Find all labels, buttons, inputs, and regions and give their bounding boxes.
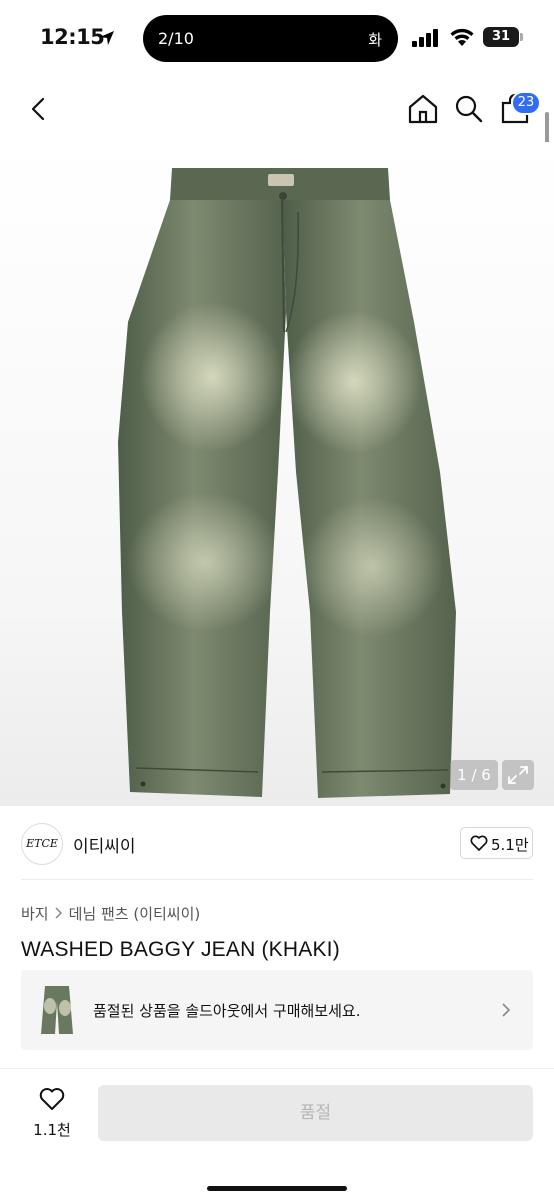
wish-count: 1.1천 bbox=[33, 1121, 71, 1139]
product-image-gallery[interactable] bbox=[0, 142, 554, 806]
location-arrow-icon bbox=[100, 31, 114, 45]
status-bar: 12:15 2/10 화 31 bbox=[0, 0, 554, 78]
dynamic-island: 2/10 화 bbox=[143, 15, 398, 62]
brand-like-button[interactable]: 5.1만 bbox=[460, 827, 533, 859]
brand-name[interactable]: 이티씨이 bbox=[73, 832, 136, 857]
product-photo-jeans bbox=[118, 168, 456, 798]
chevron-right-icon bbox=[55, 907, 62, 919]
soldout-banner[interactable]: 품절된 상품을 솔드아웃에서 구매해보세요. bbox=[21, 970, 533, 1050]
soldout-buy-button[interactable]: 품절 bbox=[98, 1085, 533, 1141]
brand-like-count: 5.1만 bbox=[491, 836, 529, 854]
heart-outline-icon bbox=[39, 1088, 65, 1110]
search-icon[interactable] bbox=[452, 92, 486, 126]
wish-button[interactable]: 1.1천 bbox=[22, 1085, 82, 1145]
status-time: 12:15 bbox=[40, 25, 105, 49]
battery-level: 31 bbox=[483, 27, 519, 47]
bottom-action-bar: 1.1천 품절 bbox=[0, 1068, 554, 1201]
section-divider bbox=[21, 879, 533, 880]
expand-icon bbox=[508, 766, 528, 784]
wifi-icon bbox=[450, 28, 474, 46]
breadcrumb-item[interactable]: 바지 bbox=[21, 903, 49, 924]
island-day: 화 bbox=[368, 31, 382, 49]
back-chevron-icon[interactable] bbox=[24, 94, 54, 124]
soldout-thumbnail bbox=[41, 986, 73, 1034]
cart-count-badge: 23 bbox=[511, 91, 541, 115]
brand-logo[interactable]: ETCE bbox=[21, 823, 63, 865]
chevron-right-icon bbox=[502, 1003, 511, 1017]
image-counter: 1 / 6 bbox=[450, 760, 498, 790]
soldout-message: 품절된 상품을 솔드아웃에서 구매해보세요. bbox=[93, 1002, 361, 1020]
expand-button[interactable] bbox=[502, 760, 534, 790]
home-icon[interactable] bbox=[406, 92, 440, 126]
product-title: WASHED BAGGY JEAN (KHAKI) bbox=[21, 938, 340, 961]
breadcrumb-item[interactable]: 데님 팬츠 (이티씨이) bbox=[69, 903, 201, 924]
heart-outline-icon bbox=[470, 835, 488, 851]
breadcrumb: 바지 데님 팬츠 (이티씨이) bbox=[21, 903, 200, 924]
island-counter: 2/10 bbox=[158, 29, 194, 48]
top-nav bbox=[0, 80, 554, 140]
cellular-signal-icon bbox=[412, 29, 438, 47]
battery-cap bbox=[520, 33, 523, 41]
home-indicator bbox=[207, 1186, 347, 1191]
